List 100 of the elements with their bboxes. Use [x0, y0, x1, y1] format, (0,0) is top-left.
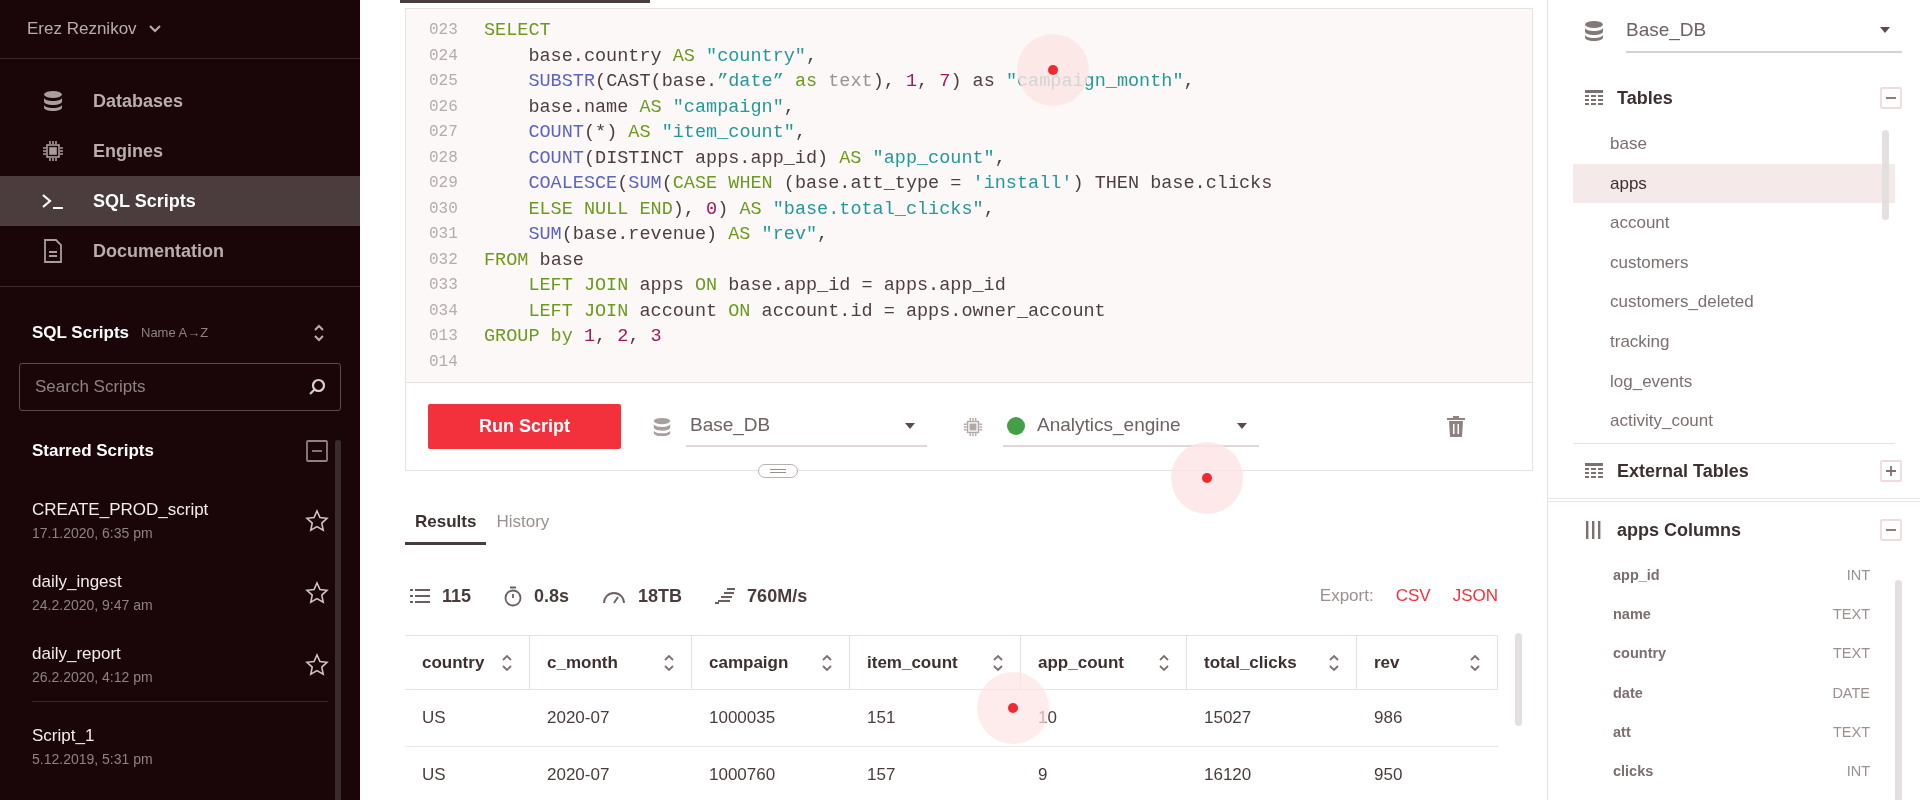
line-number: 023 — [428, 20, 459, 41]
column-type: TEXT — [1832, 722, 1870, 742]
code-line: FROM base — [484, 248, 584, 273]
database-select[interactable]: Base_DB — [1626, 9, 1902, 53]
script-name[interactable]: daily_ingest — [32, 570, 153, 594]
document-icon — [43, 239, 63, 263]
column-header[interactable]: c_month — [530, 636, 692, 689]
nav-item[interactable]: Engines — [0, 126, 360, 176]
sort-icon[interactable] — [993, 654, 1003, 671]
column-name: date — [1613, 683, 1643, 703]
table-cell-text: 1000035 — [709, 707, 776, 730]
table-list-item[interactable]: activity_count — [1573, 401, 1895, 441]
code-line: SUM(base.revenue) AS "rev", — [527, 223, 829, 247]
speed-icon — [715, 588, 736, 604]
code-line: GROUP by 1, 2, 3 — [484, 325, 662, 349]
line-number: 026 — [428, 96, 459, 118]
column-header[interactable]: campaign — [692, 636, 850, 689]
table-list-item[interactable]: base — [1573, 124, 1895, 164]
scrollbar[interactable] — [1895, 580, 1902, 800]
sort-icon[interactable] — [822, 654, 832, 671]
script-name[interactable]: Script_1 — [32, 724, 328, 748]
sort-icon[interactable] — [1470, 654, 1480, 671]
column-name: name — [1613, 605, 1651, 625]
column-name: country — [1613, 644, 1667, 664]
script-date: 5.12.2019, 5:31 pm — [32, 750, 154, 769]
star-icon[interactable] — [305, 653, 329, 677]
script-name[interactable]: CREATE_PROD_script — [32, 498, 209, 522]
table-cell-text: US — [422, 764, 446, 787]
script-date: 17.1.2020, 6:35 pm — [32, 524, 154, 543]
dropdown-arrow-icon — [1880, 27, 1890, 33]
export-link[interactable]: JSON — [1452, 583, 1498, 609]
column-type: TEXT — [1832, 605, 1870, 625]
search-field[interactable]: Search Scripts — [19, 363, 341, 411]
sort-icon[interactable] — [502, 654, 512, 671]
code-line: LEFT JOIN apps ON base.app_id = apps.app_id — [527, 274, 1006, 298]
column-type: INT — [1846, 565, 1870, 585]
search-icon[interactable] — [308, 378, 326, 396]
table-list-item[interactable]: tracking — [1573, 321, 1895, 362]
table-cell-text: 2020-07 — [547, 764, 610, 787]
code-line: base.country AS "country", — [527, 44, 818, 69]
results-tab[interactable]: Results — [405, 501, 487, 545]
table-list-item[interactable]: log_events — [1573, 361, 1895, 402]
sort-icon[interactable] — [664, 654, 674, 671]
section-title: SQL Scripts — [32, 322, 129, 345]
resize-handle[interactable] — [758, 464, 798, 478]
dropdown-arrow-icon — [1237, 422, 1247, 429]
collapse-icon[interactable] — [306, 440, 328, 462]
export-label: Export: — [1319, 585, 1374, 608]
column-header[interactable]: country — [405, 636, 530, 689]
stat-value: 115 — [442, 584, 472, 608]
code-line: COALESCE(SUM(CASE WHEN (base.att_type = 'install') THEN base.clicks — [527, 172, 1273, 196]
table-cell-text: 1000760 — [709, 764, 776, 787]
database-select[interactable]: Base_DB — [686, 406, 927, 447]
chevron-down-icon[interactable] — [148, 25, 161, 33]
code-editor[interactable] — [406, 9, 1532, 382]
table-list-item[interactable]: apps — [1573, 163, 1895, 204]
table-list-item[interactable]: customers — [1573, 242, 1895, 283]
user-name: Erez Reznikov — [27, 18, 137, 41]
star-icon[interactable] — [305, 581, 329, 605]
sort-label[interactable]: Name A→Z — [141, 323, 209, 343]
database-icon — [42, 90, 64, 112]
section-title: External Tables — [1617, 459, 1749, 483]
sort-icon[interactable] — [1329, 654, 1339, 671]
code-line: COUNT(*) AS "item_count", — [527, 121, 806, 145]
column-type: DATE — [1832, 683, 1870, 703]
table-cell-text: 986 — [1374, 707, 1403, 730]
table-cell-text: 10 — [1038, 707, 1057, 730]
stat-value: 760M/s — [747, 584, 808, 608]
sort-icon[interactable] — [1159, 654, 1169, 671]
trash-icon[interactable] — [1447, 416, 1465, 437]
column-header[interactable]: total_clicks — [1187, 636, 1357, 689]
columns-icon — [1585, 521, 1601, 539]
table-list-item[interactable]: account — [1573, 203, 1895, 243]
script-name[interactable]: daily_report — [32, 642, 153, 666]
dropdown-arrow-icon — [905, 422, 915, 429]
sort-icon[interactable] — [313, 324, 325, 342]
scrollbar[interactable] — [335, 440, 341, 800]
stopwatch-icon — [504, 585, 523, 607]
line-number: 034 — [428, 300, 459, 322]
section-title: apps Columns — [1617, 518, 1741, 542]
column-header[interactable]: rev — [1357, 636, 1498, 689]
nav-item[interactable]: Databases — [0, 76, 360, 126]
nav-item[interactable]: Documentation — [0, 226, 360, 276]
column-type: INT — [1846, 762, 1870, 782]
table-list-item[interactable]: customers_deleted — [1573, 282, 1895, 322]
stat-value: 18TB — [638, 584, 683, 608]
stat-value: 0.8s — [534, 584, 570, 608]
code-line: ELSE NULL END), 0) AS "base.total_clicks", — [527, 197, 995, 222]
line-number: 029 — [428, 173, 459, 194]
run-script-button[interactable]: Run Script — [428, 404, 621, 449]
line-number: 033 — [428, 275, 459, 296]
scrollbar[interactable] — [1515, 633, 1522, 726]
export-link[interactable]: CSV — [1395, 583, 1431, 609]
scrollbar[interactable] — [1882, 130, 1889, 220]
table-cell-text: US — [422, 707, 446, 730]
nav-item[interactable]: SQL Scripts — [0, 176, 360, 226]
column-name: clicks — [1613, 762, 1654, 782]
database-icon — [652, 416, 672, 437]
star-icon[interactable] — [305, 509, 329, 533]
expand-icon[interactable] — [1880, 460, 1902, 482]
